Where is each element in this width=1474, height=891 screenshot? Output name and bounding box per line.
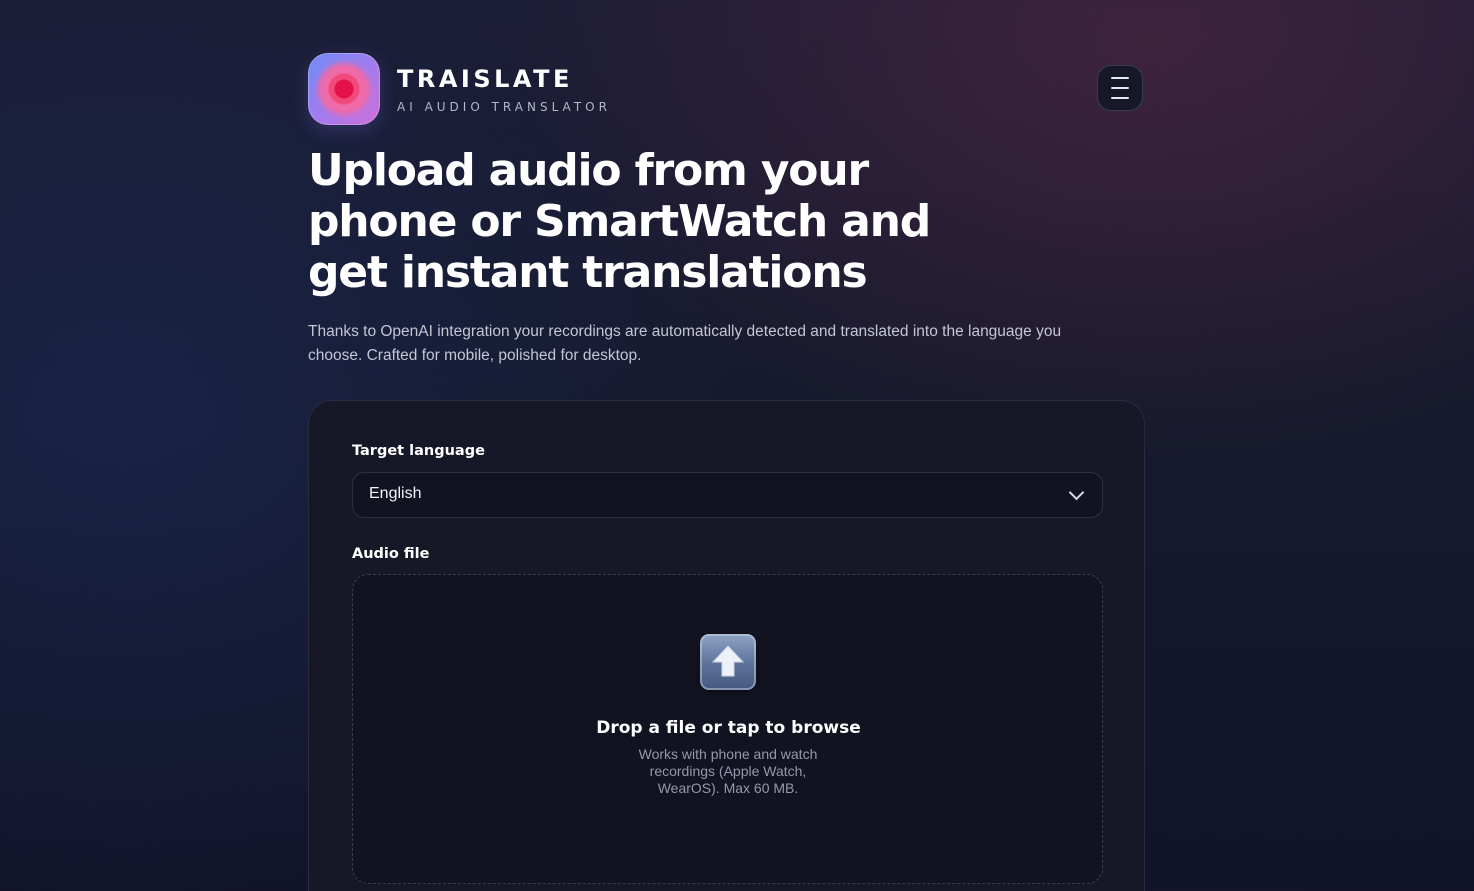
target-language-select[interactable]: English [352, 472, 1103, 518]
app-logo-icon [308, 53, 380, 125]
chevron-down-icon [1068, 484, 1085, 501]
hero-subtitle: Thanks to OpenAI integration your record… [308, 323, 1062, 364]
app-header: TRAISLATE AI AUDIO TRANSLATOR [308, 53, 1145, 125]
hamburger-menu-icon [1111, 77, 1129, 99]
upload-card: Target language English Audio file Drop … [308, 400, 1145, 891]
audio-file-label: Audio file [352, 546, 430, 562]
dropzone-title: Drop a file or tap to browse [596, 718, 861, 738]
page-container: TRAISLATE AI AUDIO TRANSLATOR Upload aud… [308, 0, 1145, 891]
menu-button[interactable] [1097, 65, 1143, 111]
dropzone-hint: Works with phone and watch recordings (A… [638, 746, 818, 796]
brand-tagline: AI AUDIO TRANSLATOR [397, 100, 611, 114]
target-language-value: English [369, 485, 422, 502]
hero-title: Upload audio from your phone or SmartWat… [308, 145, 931, 298]
upload-arrow-icon [700, 634, 756, 690]
target-language-label: Target language [352, 443, 485, 459]
audio-file-dropzone[interactable]: Drop a file or tap to browse Works with … [352, 574, 1103, 884]
brand-name: TRAISLATE [397, 65, 573, 93]
